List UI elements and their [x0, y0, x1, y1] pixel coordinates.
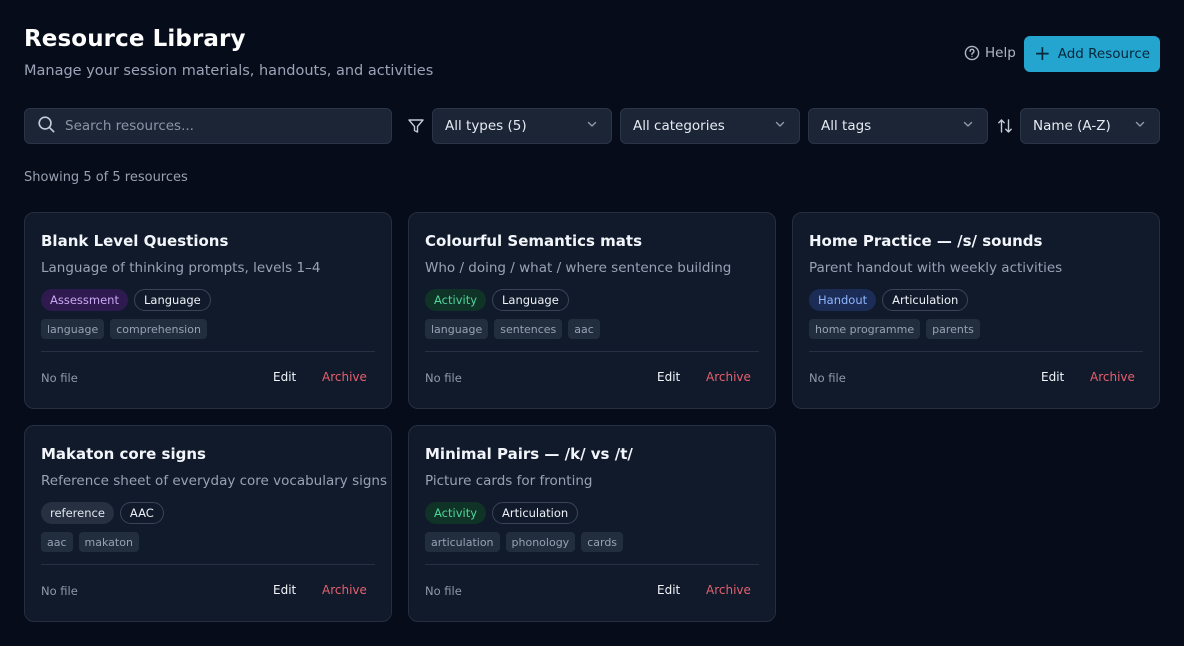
resource-card: Colourful Semantics mats Who / doing / w…: [408, 212, 776, 409]
plus-icon: +: [1033, 41, 1051, 65]
category-badge: Articulation: [492, 502, 579, 524]
tag-chip: parents: [926, 319, 980, 339]
tag-chip: aac: [568, 319, 600, 339]
help-button[interactable]: Help: [964, 45, 1016, 61]
card-divider: [425, 564, 759, 565]
tags-filter-select[interactable]: All tags: [808, 108, 988, 144]
resource-title: Blank Level Questions: [41, 232, 229, 250]
file-status: No file: [425, 584, 462, 598]
card-divider: [809, 351, 1143, 352]
tag-chip: aac: [41, 532, 73, 552]
resource-description: Who / doing / what / where sentence buil…: [425, 260, 732, 276]
archive-button[interactable]: Archive: [1090, 370, 1135, 384]
tag-chip: language: [425, 319, 489, 339]
results-count: Showing 5 of 5 resources: [24, 170, 188, 185]
resource-title: Home Practice — /s/ sounds: [809, 232, 1043, 250]
card-divider: [425, 351, 759, 352]
archive-button[interactable]: Archive: [706, 370, 751, 384]
help-label: Help: [985, 45, 1016, 61]
add-resource-label: Add Resource: [1057, 46, 1151, 62]
resource-card: Blank Level Questions Language of thinki…: [24, 212, 392, 409]
category-badge: AAC: [119, 502, 164, 524]
file-status: No file: [41, 584, 78, 598]
type-filter-value: All types (5): [445, 118, 527, 134]
tag-chip: home programme: [809, 319, 921, 339]
tag-chip: cards: [581, 532, 624, 552]
resource-title: Colourful Semantics mats: [425, 232, 643, 250]
file-status: No file: [41, 371, 78, 385]
search-box: [24, 108, 392, 144]
file-status: No file: [425, 371, 462, 385]
edit-button[interactable]: Edit: [657, 583, 680, 597]
category-badge: Language: [133, 289, 211, 311]
type-badge: reference: [41, 502, 114, 524]
type-badge: Activity: [425, 502, 487, 524]
page-subtitle: Manage your session materials, handouts,…: [24, 63, 434, 79]
edit-button[interactable]: Edit: [273, 370, 296, 384]
resource-description: Parent handout with weekly activities: [809, 260, 1063, 276]
tag-chip: makaton: [78, 532, 139, 552]
edit-button[interactable]: Edit: [273, 583, 296, 597]
category-filter-select[interactable]: All categories: [620, 108, 800, 144]
type-filter-select[interactable]: All types (5): [432, 108, 612, 144]
tag-chip: articulation: [425, 532, 500, 552]
tag-chip: sentences: [494, 319, 563, 339]
edit-button[interactable]: Edit: [657, 370, 680, 384]
card-divider: [41, 564, 375, 565]
page-title: Resource Library: [24, 26, 246, 52]
tag-chip: comprehension: [110, 319, 207, 339]
archive-button[interactable]: Archive: [322, 583, 367, 597]
tag-chip: phonology: [505, 532, 576, 552]
resource-title: Makaton core signs: [41, 445, 206, 463]
resource-card: Home Practice — /s/ sounds Parent handou…: [792, 212, 1160, 409]
resource-description: Reference sheet of everyday core vocabul…: [41, 473, 388, 489]
archive-button[interactable]: Archive: [706, 583, 751, 597]
edit-button[interactable]: Edit: [1041, 370, 1064, 384]
help-icon: [964, 45, 980, 61]
category-badge: Articulation: [882, 289, 969, 311]
category-badge: Language: [492, 289, 569, 311]
type-badge: Activity: [425, 289, 487, 311]
tags-filter-value: All tags: [821, 118, 872, 134]
chevron-down-icon: [962, 118, 974, 134]
chevron-down-icon: [586, 118, 598, 134]
resource-description: Picture cards for fronting: [425, 473, 593, 489]
tag-chip: language: [41, 319, 105, 339]
sort-icon: [996, 117, 1014, 139]
resource-description: Language of thinking prompts, levels 1–4: [41, 260, 321, 276]
sort-select[interactable]: Name (A-Z): [1020, 108, 1160, 144]
resource-card: Minimal Pairs — /k/ vs /t/ Picture cards…: [408, 425, 776, 622]
search-input[interactable]: [65, 118, 365, 134]
add-resource-button[interactable]: + Add Resource: [1024, 36, 1160, 72]
card-divider: [41, 351, 375, 352]
sort-value: Name (A-Z): [1033, 118, 1111, 134]
filter-icon: [407, 117, 425, 139]
resource-title: Minimal Pairs — /k/ vs /t/: [425, 445, 633, 463]
chevron-down-icon: [1134, 118, 1146, 134]
search-icon: [37, 115, 56, 138]
file-status: No file: [809, 371, 846, 385]
type-badge: Handout: [809, 289, 877, 311]
archive-button[interactable]: Archive: [322, 370, 367, 384]
category-filter-value: All categories: [633, 118, 725, 134]
resource-card: Makaton core signs Reference sheet of ev…: [24, 425, 392, 622]
type-badge: Assessment: [41, 289, 128, 311]
chevron-down-icon: [774, 118, 786, 134]
